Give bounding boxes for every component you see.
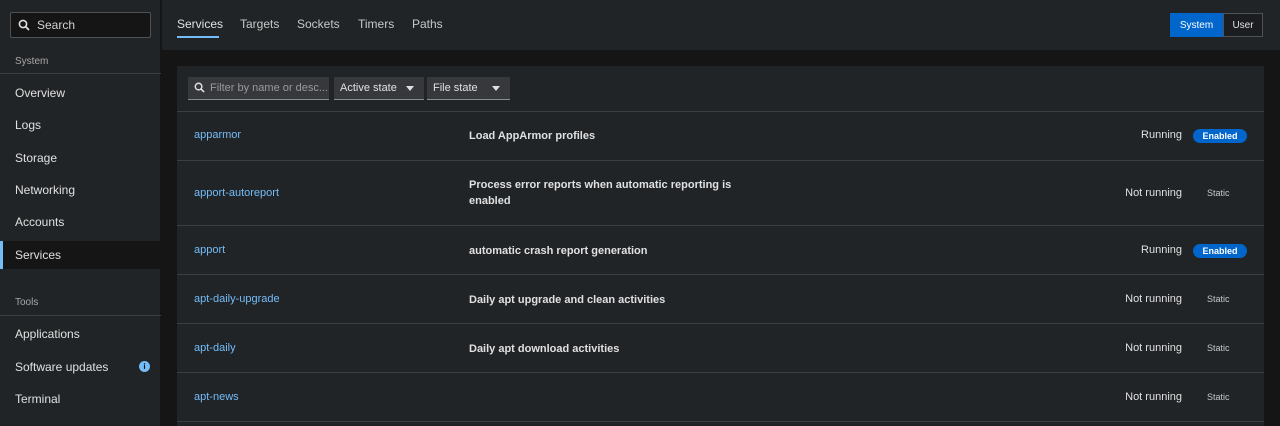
static-label: Static	[1207, 294, 1230, 304]
search-icon	[194, 82, 206, 94]
sidebar-item-services[interactable]: Services	[0, 241, 161, 269]
divider	[177, 421, 1264, 422]
sidebar: Search System Overview Logs Storage Netw…	[0, 0, 161, 426]
service-state: Not running	[1125, 187, 1182, 199]
service-name-link[interactable]: apt-daily	[194, 342, 236, 354]
file-state-label: File state	[433, 82, 478, 94]
divider	[0, 73, 161, 74]
active-state-select[interactable]: Active state	[334, 77, 424, 100]
file-state-select[interactable]: File state	[427, 77, 510, 100]
static-label: Static	[1207, 392, 1230, 402]
search-icon	[17, 18, 31, 32]
table-row[interactable]: apt-daily-upgrade Daily apt upgrade and …	[177, 274, 1264, 323]
info-icon: i	[139, 361, 150, 372]
sidebar-item-networking[interactable]: Networking	[0, 176, 161, 204]
section-title-tools: Tools	[15, 297, 39, 308]
system-toggle-button[interactable]: System	[1170, 13, 1223, 37]
sidebar-item-accounts[interactable]: Accounts	[0, 208, 161, 236]
table-row[interactable]: apport-autoreport Process error reports …	[177, 160, 1264, 225]
caret-down-icon	[406, 86, 414, 91]
filter-input[interactable]: Filter by name or desc...	[188, 77, 329, 100]
tab-paths[interactable]: Paths	[412, 17, 443, 31]
tab-services[interactable]: Services	[177, 17, 223, 31]
static-label: Static	[1207, 188, 1230, 198]
sidebar-search[interactable]: Search	[10, 12, 151, 38]
table-row[interactable]: apparmor Load AppArmor profiles Running …	[177, 111, 1264, 160]
sidebar-item-label: Software updates	[15, 360, 109, 374]
service-description: Daily apt download activities	[469, 343, 620, 355]
services-tabs-bar: Services Targets Sockets Timers Paths Sy…	[162, 0, 1280, 50]
sidebar-item-software-updates[interactable]: Software updates i	[0, 353, 161, 381]
table-row[interactable]: apt-daily Daily apt download activities …	[177, 323, 1264, 372]
service-description: automatic crash report generation	[469, 245, 648, 257]
service-state: Running	[1141, 129, 1182, 141]
service-name-link[interactable]: apt-news	[194, 391, 239, 403]
active-tab-indicator	[177, 36, 219, 38]
enabled-badge: Enabled	[1193, 129, 1247, 143]
sidebar-item-applications[interactable]: Applications	[0, 320, 161, 348]
search-label: Search	[37, 18, 76, 32]
service-description: Daily apt upgrade and clean activities	[469, 294, 666, 306]
service-name-link[interactable]: apport-autoreport	[194, 187, 279, 199]
sidebar-item-overview[interactable]: Overview	[0, 79, 161, 107]
sidebar-item-terminal[interactable]: Terminal	[0, 385, 161, 413]
services-list-card: Filter by name or desc... Active state F…	[177, 66, 1264, 426]
service-name-link[interactable]: apparmor	[194, 129, 241, 141]
service-state: Not running	[1125, 391, 1182, 403]
user-toggle-button[interactable]: User	[1223, 13, 1263, 37]
table-row[interactable]: apport automatic crash report generation…	[177, 225, 1264, 274]
static-label: Static	[1207, 343, 1230, 353]
service-state: Running	[1141, 244, 1182, 256]
service-description: Process error reports when automatic rep…	[469, 179, 732, 207]
service-state: Not running	[1125, 293, 1182, 305]
table-row[interactable]: apt-news Not running Static	[177, 372, 1264, 421]
tab-timers[interactable]: Timers	[358, 17, 394, 31]
caret-down-icon	[492, 86, 500, 91]
service-name-link[interactable]: apt-daily-upgrade	[194, 293, 280, 305]
service-state: Not running	[1125, 342, 1182, 354]
tab-sockets[interactable]: Sockets	[297, 17, 340, 31]
tab-targets[interactable]: Targets	[240, 17, 279, 31]
service-description: Load AppArmor profiles	[469, 130, 596, 142]
filter-placeholder: Filter by name or desc...	[210, 82, 328, 94]
divider	[0, 315, 161, 316]
active-state-label: Active state	[340, 82, 397, 94]
sidebar-item-storage[interactable]: Storage	[0, 144, 161, 172]
sidebar-item-logs[interactable]: Logs	[0, 111, 161, 139]
section-title-system: System	[15, 56, 49, 67]
service-name-link[interactable]: apport	[194, 244, 225, 256]
enabled-badge: Enabled	[1193, 244, 1247, 258]
